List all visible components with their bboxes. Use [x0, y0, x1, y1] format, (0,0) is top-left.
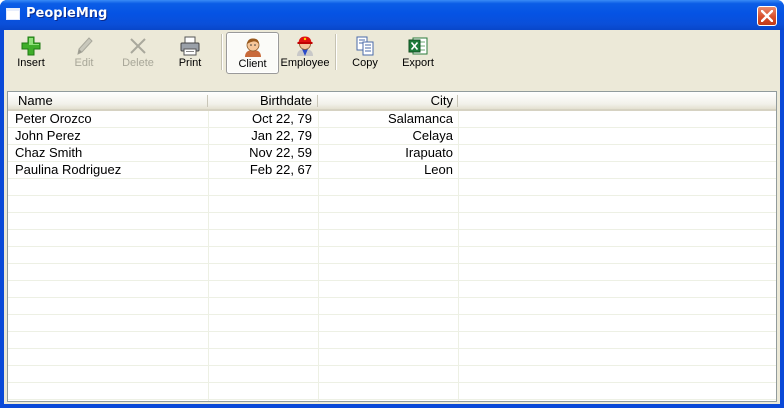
delete-label: Delete — [122, 57, 154, 69]
empty-table-row[interactable] — [8, 196, 776, 213]
plus-icon — [21, 36, 41, 56]
table-body: Peter Orozco Oct 22, 79 Salamanca John Pere… — [8, 111, 776, 400]
cell-city: Irapuato — [405, 145, 453, 160]
toolbar-separator — [335, 34, 337, 70]
printer-icon — [180, 36, 200, 56]
client-label: Client — [238, 58, 267, 70]
cell-name: Chaz Smith — [15, 145, 83, 160]
client-person-icon — [244, 38, 261, 57]
column-header-name[interactable]: Name — [18, 92, 198, 109]
empty-table-row[interactable] — [8, 332, 776, 349]
close-button[interactable] — [757, 6, 777, 26]
empty-table-row[interactable] — [8, 264, 776, 281]
empty-table-row[interactable] — [8, 213, 776, 230]
empty-table-row[interactable] — [8, 179, 776, 196]
toolbar: Insert Edit Delete Print Client Employee… — [4, 30, 780, 80]
cell-name: John Perez — [15, 128, 81, 143]
copy-icon — [356, 36, 374, 56]
cell-city: Leon — [424, 162, 453, 177]
insert-button[interactable]: Insert — [10, 32, 52, 74]
table-row[interactable]: John Perez Jan 22, 79 Celaya — [8, 128, 776, 145]
cell-city: Celaya — [412, 128, 453, 143]
client-area: Insert Edit Delete Print Client Employee… — [4, 30, 780, 404]
empty-table-row[interactable] — [8, 230, 776, 247]
column-header-city[interactable]: City — [319, 92, 453, 109]
client-button[interactable]: Client — [226, 32, 279, 74]
window-icon — [6, 8, 20, 20]
table-row[interactable]: Chaz Smith Nov 22, 59 Irapuato — [8, 145, 776, 162]
window-title: PeopleMng — [26, 6, 108, 21]
title-bar[interactable]: PeopleMng — [0, 0, 784, 30]
edit-button[interactable]: Edit — [62, 32, 106, 74]
copy-button[interactable]: Copy — [343, 32, 387, 74]
cell-city: Salamanca — [387, 111, 453, 126]
cell-birthdate: Nov 22, 59 — [249, 145, 312, 160]
employee-button[interactable]: Employee — [280, 32, 330, 74]
close-icon — [761, 10, 773, 22]
column-header-birthdate[interactable]: Birthdate — [209, 92, 312, 109]
print-label: Print — [178, 57, 202, 69]
copy-label: Copy — [352, 57, 378, 69]
employee-label: Employee — [280, 57, 330, 69]
column-divider[interactable] — [317, 95, 318, 107]
excel-icon — [408, 37, 428, 55]
empty-table-row[interactable] — [8, 349, 776, 366]
table-header: Name Birthdate City — [8, 92, 776, 111]
export-button[interactable]: Export — [396, 32, 440, 74]
pencil-icon — [77, 37, 93, 55]
column-divider[interactable] — [457, 95, 458, 107]
empty-table-row[interactable] — [8, 383, 776, 400]
people-table[interactable]: Name Birthdate City Peter Orozco Oct 22, … — [7, 91, 777, 402]
delete-button[interactable]: Delete — [116, 32, 160, 74]
empty-table-row[interactable] — [8, 315, 776, 332]
cell-birthdate: Feb 22, 67 — [249, 162, 312, 177]
insert-label: Insert — [17, 57, 45, 69]
export-label: Export — [402, 57, 434, 69]
cell-birthdate: Jan 22, 79 — [251, 128, 312, 143]
table-row[interactable]: Paulina Rodriguez Feb 22, 67 Leon — [8, 162, 776, 179]
empty-table-row[interactable] — [8, 366, 776, 383]
toolbar-separator — [221, 34, 223, 70]
column-divider[interactable] — [207, 95, 208, 107]
app-window: PeopleMng Insert Edit Delete Print Clien… — [0, 0, 784, 408]
table-row[interactable]: Peter Orozco Oct 22, 79 Salamanca — [8, 111, 776, 128]
delete-x-icon — [130, 38, 146, 54]
empty-table-row[interactable] — [8, 247, 776, 264]
empty-table-row[interactable] — [8, 281, 776, 298]
empty-table-row[interactable] — [8, 298, 776, 315]
print-button[interactable]: Print — [168, 32, 212, 74]
cell-name: Paulina Rodriguez — [15, 162, 122, 177]
cell-name: Peter Orozco — [15, 111, 92, 126]
cell-birthdate: Oct 22, 79 — [252, 111, 312, 126]
employee-person-icon — [297, 36, 313, 56]
edit-label: Edit — [74, 57, 94, 69]
